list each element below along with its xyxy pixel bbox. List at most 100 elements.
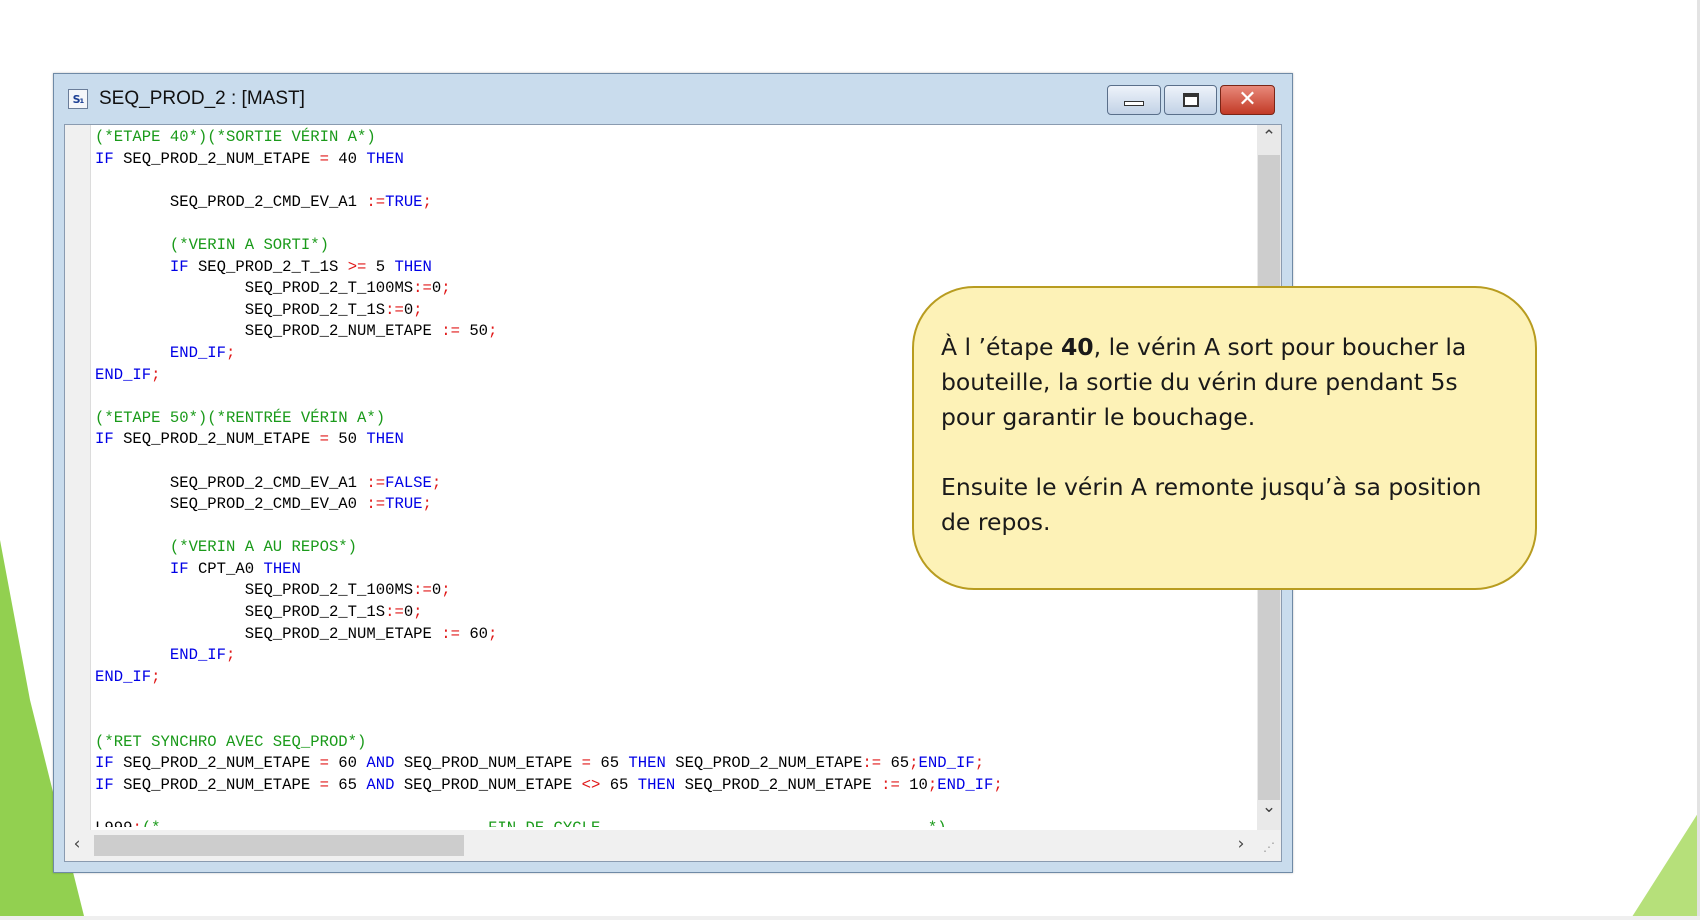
code-text: 0 [403, 300, 414, 319]
app-icon[interactable]: S₁ [68, 89, 88, 109]
code-keyword: END_IF [937, 775, 994, 794]
code-comment: (*VERIN A AU REPOS*) [95, 538, 358, 557]
code-line[interactable]: (*ETAPE 40*)(*SORTIE VÉRIN A*) [95, 127, 1275, 149]
code-line[interactable]: IF SEQ_PROD_2_T_1S >= 5 THEN [95, 257, 1275, 279]
code-comment: (*RET SYNCHRO AVEC SEQ_PROD*) [95, 732, 367, 751]
code-keyword: TRUE [385, 192, 423, 211]
code-operator: ; [974, 754, 985, 773]
code-line[interactable]: (*VERIN A SORTI*) [95, 235, 1275, 257]
code-line[interactable]: IF SEQ_PROD_2_NUM_ETAPE = 60 AND SEQ_PRO… [95, 753, 1275, 775]
chevron-left-icon[interactable]: ‹ [67, 834, 87, 854]
code-keyword: TRUE [385, 495, 423, 514]
code-text: 65 [600, 775, 638, 794]
code-keyword: END_IF [95, 365, 152, 384]
code-operator: := [366, 495, 386, 514]
code-line[interactable] [95, 688, 1275, 710]
code-text: 50 [328, 430, 367, 449]
code-line[interactable] [95, 213, 1275, 235]
maximize-button[interactable] [1164, 85, 1217, 115]
code-comment: (*ETAPE 40*)(*SORTIE VÉRIN A*) [95, 128, 376, 146]
code-line[interactable]: END_IF; [95, 667, 1275, 689]
code-text: SEQ_PROD_2_T_100MS [95, 279, 414, 298]
code-operator: := [385, 603, 404, 622]
code-keyword: IF [169, 559, 189, 578]
callout-text-prefix: À l ’étape [941, 333, 1061, 361]
code-operator: := [366, 473, 386, 492]
code-text: SEQ_PROD_2_NUM_ETAPE [95, 624, 442, 643]
editor-gutter [65, 125, 91, 830]
code-text: SEQ_PROD_2_T_100MS [95, 581, 414, 600]
code-text: SEQ_PROD_2_T_1S [95, 300, 386, 319]
code-operator: ; [413, 603, 423, 622]
code-text: 5 [366, 257, 395, 276]
chevron-right-icon[interactable]: › [1231, 834, 1251, 854]
code-keyword: THEN [628, 754, 666, 773]
code-operator: ; [441, 581, 451, 600]
code-keyword: THEN [366, 149, 404, 168]
code-line[interactable]: SEQ_PROD_2_T_1S:=0; [95, 602, 1275, 624]
slide-bottom-edge [0, 916, 1700, 920]
code-line[interactable] [95, 796, 1275, 818]
code-text: L999 [95, 819, 132, 827]
code-text: SEQ_PROD_2_NUM_ETAPE [113, 775, 320, 794]
code-text: 40 [328, 149, 367, 168]
code-keyword: THEN [366, 430, 404, 449]
code-keyword: THEN [637, 775, 676, 794]
code-operator: ; [488, 624, 498, 643]
code-text: SEQ_PROD_2_NUM_ETAPE [675, 775, 882, 794]
code-text: SEQ_PROD_2_CMD_EV_A1 [95, 473, 367, 492]
code-line[interactable]: END_IF; [95, 645, 1275, 667]
code-keyword: IF [95, 775, 114, 794]
horizontal-scrollbar[interactable]: ‹ › [65, 830, 1257, 861]
code-text: 0 [431, 279, 442, 298]
code-line[interactable] [95, 710, 1275, 732]
code-operator: := [366, 192, 386, 211]
code-operator: ; [151, 667, 161, 686]
code-operator: ; [226, 343, 236, 362]
code-operator: ; [413, 300, 423, 319]
code-line[interactable]: SEQ_PROD_2_NUM_ETAPE := 60; [95, 624, 1275, 646]
close-button[interactable]: ✕ [1220, 85, 1275, 115]
code-line[interactable]: (*RET SYNCHRO AVEC SEQ_PROD*) [95, 732, 1275, 754]
minimize-button[interactable] [1107, 85, 1161, 115]
code-text: SEQ_PROD_2_CMD_EV_A0 [95, 495, 367, 514]
code-comment: (*VERIN A SORTI*) [95, 235, 329, 254]
code-text: SEQ_PROD_2_T_1S [188, 257, 348, 276]
code-operator: := [413, 279, 432, 298]
code-line[interactable] [95, 170, 1275, 192]
code-line[interactable]: IF SEQ_PROD_2_NUM_ETAPE = 40 THEN [95, 149, 1275, 171]
resize-grip-icon[interactable]: ⋰ [1257, 830, 1281, 861]
code-keyword: IF [169, 257, 189, 276]
code-operator: = [581, 754, 591, 773]
horizontal-scroll-thumb[interactable] [94, 835, 464, 856]
code-text: CPT_A0 [188, 559, 264, 578]
code-operator: := [441, 624, 460, 643]
code-operator: = [319, 754, 329, 773]
title-bar[interactable]: S₁ SEQ_PROD_2 : [MAST] ✕ [54, 74, 1292, 124]
code-comment: (*ETAPE 50*)(*RENTRÉE VÉRIN A*) [95, 408, 386, 427]
code-keyword: FALSE [385, 473, 432, 492]
code-keyword: IF [95, 149, 114, 168]
code-keyword: THEN [263, 559, 301, 578]
code-operator: : [132, 819, 141, 827]
code-line[interactable]: L999:(*---------------------------------… [95, 818, 1275, 827]
code-text: SEQ_PROD_2_NUM_ETAPE [665, 754, 863, 773]
code-operator: ; [422, 192, 432, 211]
code-operator: = [319, 775, 329, 794]
code-operator: ; [431, 473, 442, 492]
code-operator: ; [226, 646, 236, 665]
code-text: 65 [881, 754, 910, 773]
code-text: 50 [459, 322, 489, 341]
code-keyword: END_IF [95, 667, 152, 686]
code-keyword: END_IF [169, 343, 227, 362]
code-line[interactable]: SEQ_PROD_2_CMD_EV_A1 :=TRUE; [95, 192, 1275, 214]
code-operator: ; [927, 775, 938, 794]
code-line[interactable]: IF SEQ_PROD_2_NUM_ETAPE = 65 AND SEQ_PRO… [95, 775, 1275, 797]
code-text: 10 [899, 775, 928, 794]
code-text: 0 [431, 581, 442, 600]
code-text: SEQ_PROD_2_NUM_ETAPE [113, 430, 320, 449]
chevron-down-icon[interactable]: ⌄ [1257, 797, 1281, 817]
chevron-up-icon[interactable]: ⌃ [1257, 127, 1281, 147]
